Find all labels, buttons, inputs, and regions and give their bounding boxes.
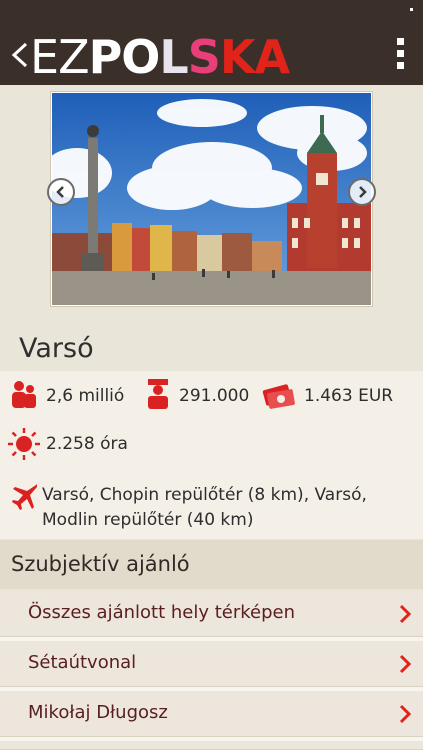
city-photo[interactable] xyxy=(50,91,373,307)
app-header: EZPOLSKA xyxy=(0,20,423,85)
price-value: 1.463 EUR xyxy=(304,386,394,406)
airplane-icon xyxy=(12,481,40,510)
city-title: Varsó xyxy=(19,333,94,364)
chevron-right-icon xyxy=(359,186,367,198)
chevron-left-icon xyxy=(56,186,64,198)
chevron-right-icon xyxy=(399,704,412,724)
sunshine-value: 2.258 óra xyxy=(46,434,128,454)
logo-s: S xyxy=(187,30,221,84)
status-indicator xyxy=(410,8,413,11)
police-icon xyxy=(148,379,168,409)
previous-photo-button[interactable] xyxy=(47,178,75,206)
list-item-author[interactable]: Mikołaj Długosz xyxy=(0,691,423,737)
chevron-right-icon xyxy=(399,604,412,624)
city-stats: 2,6 millió 291.000 1.463 EUR 2.258 óra V… xyxy=(0,371,423,539)
warsaw-castle-square-image xyxy=(52,93,371,305)
app-logo: EZPOLSKA xyxy=(30,29,290,85)
list-item-label: Sétaútvonal xyxy=(28,652,137,673)
vertical-dots-icon[interactable] xyxy=(395,38,405,72)
logo-ez: EZ xyxy=(30,30,90,84)
logo-l: L xyxy=(159,30,188,84)
logo-ka: KA xyxy=(219,30,290,84)
recommender-header: Szubjektív ajánló xyxy=(0,540,423,589)
list-item-label: Mikołaj Długosz xyxy=(28,702,168,723)
chevron-left-icon[interactable] xyxy=(10,42,30,68)
list-item-walking-route[interactable]: Sétaútvonal xyxy=(0,641,423,687)
list-item-label: Összes ajánlott hely térképen xyxy=(28,602,296,623)
people-icon xyxy=(12,381,36,408)
airports-value: Varsó, Chopin repülőtér (8 km), Varsó, M… xyxy=(42,485,367,530)
logo-po: PO xyxy=(88,30,161,84)
sun-icon xyxy=(8,428,40,460)
status-bar xyxy=(0,0,423,20)
money-icon xyxy=(262,384,295,409)
chevron-right-icon xyxy=(399,654,412,674)
next-photo-button[interactable] xyxy=(348,178,376,206)
list-item-partial[interactable] xyxy=(0,741,423,750)
list-item-all-places-map[interactable]: Összes ajánlott hely térképen xyxy=(0,591,423,637)
population-value: 2,6 millió xyxy=(46,386,125,406)
police-value: 291.000 xyxy=(179,386,250,406)
recommender-title: Szubjektív ajánló xyxy=(11,552,190,576)
